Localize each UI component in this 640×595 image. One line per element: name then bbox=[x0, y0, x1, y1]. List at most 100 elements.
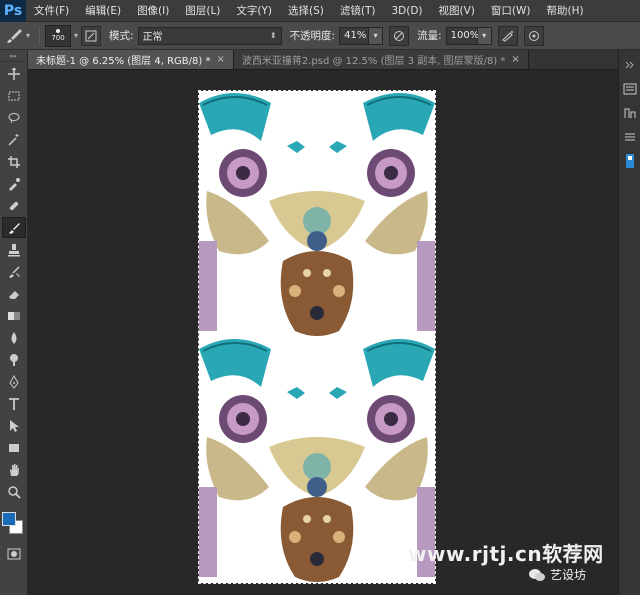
double-chevron-icon bbox=[625, 61, 634, 69]
pen-icon bbox=[9, 374, 19, 389]
brush-presets-icon bbox=[625, 133, 635, 141]
airbrush-button[interactable] bbox=[497, 25, 518, 46]
mode-value: 正常 bbox=[142, 32, 163, 43]
type-icon bbox=[9, 397, 19, 410]
lasso-icon bbox=[8, 112, 20, 123]
brush-tool[interactable] bbox=[2, 217, 26, 238]
hand-icon bbox=[10, 463, 19, 476]
crop-icon bbox=[8, 155, 20, 168]
chevron-down-icon: ▾ bbox=[25, 31, 30, 40]
document-canvas[interactable] bbox=[198, 90, 436, 584]
zoom-tool[interactable] bbox=[2, 481, 26, 502]
pen-tool[interactable] bbox=[2, 371, 26, 392]
blur-tool[interactable] bbox=[2, 327, 26, 348]
healing-brush-icon bbox=[9, 201, 19, 210]
healing-brush-tool[interactable] bbox=[2, 195, 26, 216]
flow-label: 流量: bbox=[417, 30, 442, 42]
wechat-icon bbox=[529, 568, 545, 581]
marquee-tool[interactable] bbox=[2, 85, 26, 106]
menu-image[interactable]: 图像(I) bbox=[129, 3, 177, 18]
marquee-icon bbox=[8, 91, 20, 100]
eraser-tool[interactable] bbox=[2, 283, 26, 304]
brush-icon bbox=[9, 222, 20, 234]
close-icon[interactable]: × bbox=[511, 54, 519, 65]
flow-slider-toggle[interactable]: ▾ bbox=[477, 26, 492, 45]
tab-untitled-1[interactable]: 未标题-1 @ 6.25% (图层 4, RGB/8) * × bbox=[28, 50, 234, 69]
menu-edit[interactable]: 编辑(E) bbox=[77, 3, 129, 18]
path-selection-icon bbox=[10, 419, 19, 432]
color-swatches bbox=[1, 512, 27, 542]
quick-mask-button[interactable] bbox=[2, 543, 26, 564]
updown-icon: ⬍ bbox=[269, 31, 277, 40]
brush-tip-icon bbox=[56, 29, 60, 33]
canvas-workspace[interactable] bbox=[28, 71, 618, 595]
crop-tool[interactable] bbox=[2, 151, 26, 172]
menu-type[interactable]: 文字(Y) bbox=[228, 3, 280, 18]
history-brush-tool[interactable] bbox=[2, 261, 26, 282]
gradient-icon bbox=[8, 311, 20, 320]
gradient-tool[interactable] bbox=[2, 305, 26, 326]
zoom-icon bbox=[8, 485, 21, 499]
pen-pressure-size-icon bbox=[528, 30, 539, 41]
menu-select[interactable]: 选择(S) bbox=[280, 3, 332, 18]
chevron-down-icon[interactable]: ▾ bbox=[74, 31, 78, 40]
menu-view[interactable]: 视图(V) bbox=[431, 3, 483, 18]
lasso-tool[interactable] bbox=[2, 107, 26, 128]
eyedropper-tool[interactable] bbox=[2, 173, 26, 194]
actions-panel-button[interactable] bbox=[621, 104, 639, 122]
hand-tool[interactable] bbox=[2, 459, 26, 480]
watermark-brand: 艺设坊 bbox=[528, 566, 586, 583]
mode-select[interactable]: 正常 ⬍ bbox=[137, 26, 282, 45]
rectangle-icon bbox=[9, 443, 19, 452]
menu-file[interactable]: 文件(F) bbox=[26, 3, 77, 18]
pen-pressure-icon bbox=[394, 30, 405, 41]
blur-icon bbox=[11, 331, 17, 344]
mode-label: 模式: bbox=[109, 30, 134, 42]
menu-filter[interactable]: 滤镜(T) bbox=[332, 3, 384, 18]
path-selection-tool[interactable] bbox=[2, 415, 26, 436]
menu-3d[interactable]: 3D(D) bbox=[383, 5, 430, 17]
clone-stamp-icon bbox=[8, 243, 20, 256]
brush-presets-panel-button[interactable] bbox=[621, 128, 639, 146]
opacity-label: 不透明度: bbox=[289, 30, 336, 42]
divider bbox=[39, 26, 40, 45]
opacity-slider-toggle[interactable]: ▾ bbox=[369, 26, 384, 45]
menu-bar: Ps 文件(F) 编辑(E) 图像(I) 图层(L) 文字(Y) 选择(S) 滤… bbox=[0, 0, 640, 22]
tab-title: 未标题-1 @ 6.25% (图层 4, RGB/8) * bbox=[36, 56, 211, 67]
right-panel-dock bbox=[618, 50, 640, 595]
pressure-size-button[interactable] bbox=[523, 25, 544, 46]
bohemian-pattern-artwork bbox=[199, 92, 435, 583]
brush-panel-toggle[interactable] bbox=[81, 25, 102, 46]
menu-help[interactable]: 帮助(H) bbox=[539, 3, 592, 18]
history-panel-button[interactable] bbox=[621, 80, 639, 98]
menu-layer[interactable]: 图层(L) bbox=[177, 3, 228, 18]
close-icon[interactable]: × bbox=[216, 54, 224, 65]
document-tabs: 未标题-1 @ 6.25% (图层 4, RGB/8) * × 波西米亚撞蒋2.… bbox=[28, 50, 618, 70]
foreground-color-swatch[interactable] bbox=[2, 512, 16, 526]
dodge-icon bbox=[10, 353, 18, 366]
dodge-tool[interactable] bbox=[2, 349, 26, 370]
tool-preset-picker[interactable]: ▾ bbox=[4, 25, 34, 47]
panel-collapse-button[interactable] bbox=[621, 56, 639, 74]
clone-stamp-tool[interactable] bbox=[2, 239, 26, 260]
flow-field[interactable]: 100% bbox=[445, 26, 479, 45]
eyedropper-icon bbox=[9, 177, 20, 191]
rectangle-tool[interactable] bbox=[2, 437, 26, 458]
tools-panel: ▸▸ bbox=[0, 50, 28, 595]
tab-title: 波西米亚撞蒋2.psd @ 12.5% (图层 3 副本, 图层蒙版/8) * bbox=[241, 56, 506, 67]
type-tool[interactable] bbox=[2, 393, 26, 414]
magic-wand-tool[interactable] bbox=[2, 129, 26, 150]
move-tool[interactable] bbox=[2, 63, 26, 84]
watermark-url: www.rjtj.cn软荐网 bbox=[408, 542, 604, 566]
airbrush-icon bbox=[501, 30, 513, 42]
opacity-field[interactable]: 41% bbox=[339, 26, 370, 45]
panel-grip[interactable]: ▸▸ bbox=[0, 50, 27, 62]
history-brush-icon bbox=[9, 265, 20, 278]
magic-wand-icon bbox=[8, 133, 19, 146]
menu-window[interactable]: 窗口(W) bbox=[483, 3, 539, 18]
pressure-opacity-button[interactable] bbox=[389, 25, 410, 46]
brush-size-value: 700 bbox=[51, 34, 65, 42]
brush-size-picker[interactable]: 700 bbox=[45, 24, 71, 47]
properties-panel-button[interactable] bbox=[621, 152, 639, 170]
tab-bohemian-psd[interactable]: 波西米亚撞蒋2.psd @ 12.5% (图层 3 副本, 图层蒙版/8) * … bbox=[233, 50, 529, 69]
